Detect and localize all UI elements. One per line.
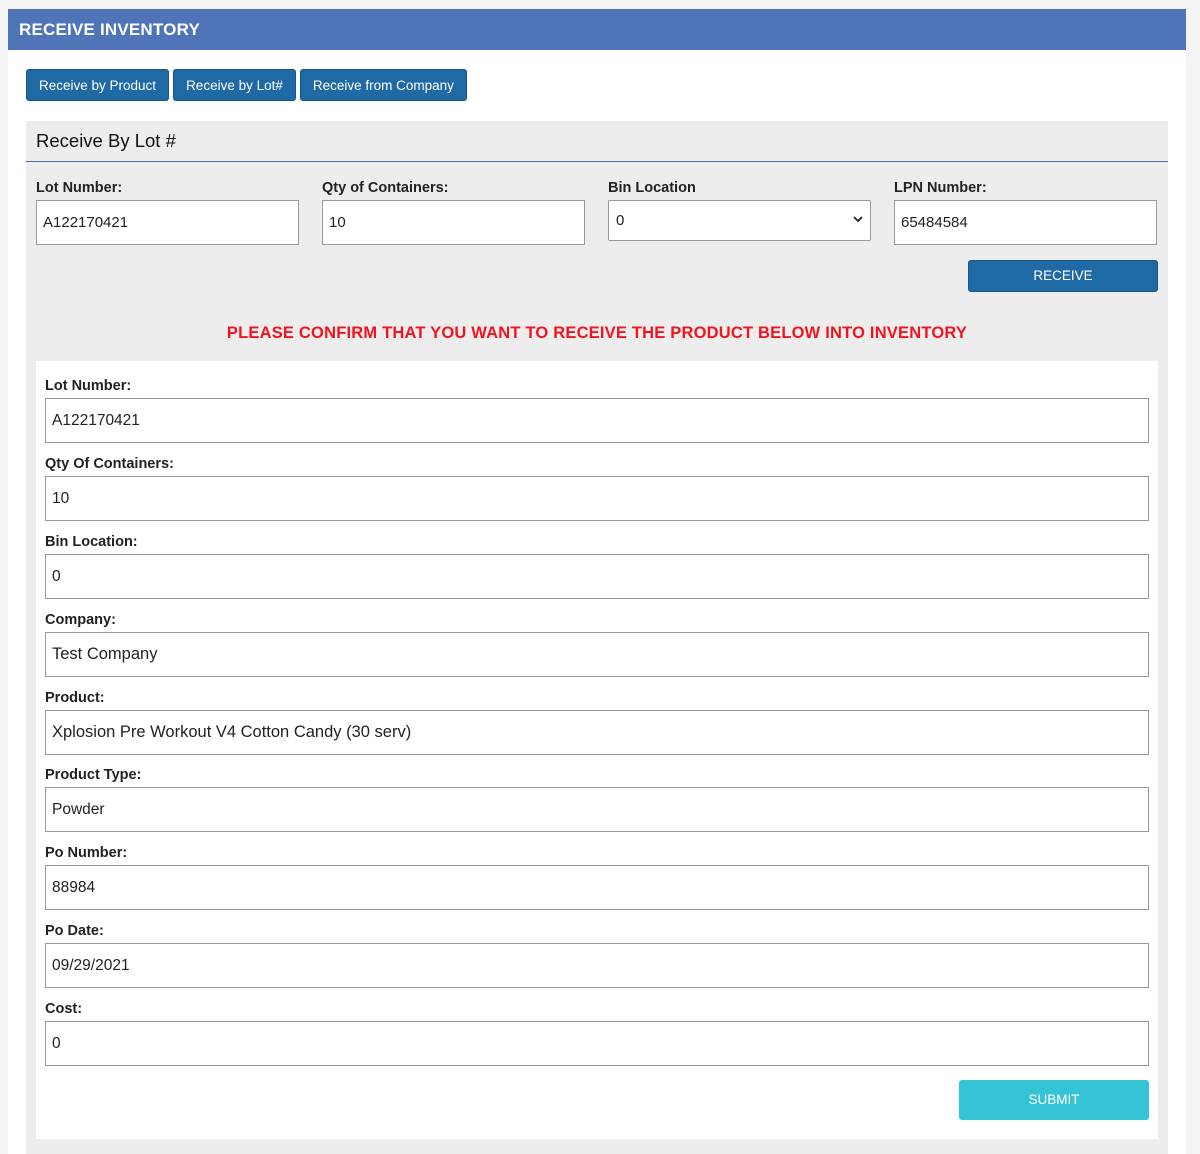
receive-button[interactable]: RECEIVE <box>968 260 1158 292</box>
confirm-message: PLEASE CONFIRM THAT YOU WANT TO RECEIVE … <box>226 324 968 342</box>
chevron-down-icon <box>853 216 863 223</box>
confirm-company-group: Company: Test Company <box>45 612 1149 677</box>
tab-receive-from-company[interactable]: Receive from Company <box>299 69 467 101</box>
confirm-product-type-group: Product Type: Powder <box>45 767 1149 832</box>
qty-containers-label: Qty of Containers: <box>322 180 449 196</box>
confirm-po-number-field[interactable]: 88984 <box>45 865 1149 910</box>
qty-containers-group: Qty of Containers: 10 <box>322 180 585 245</box>
confirm-lot-number-label: Lot Number: <box>45 378 132 394</box>
tab-receive-by-lot[interactable]: Receive by Lot# <box>173 69 296 101</box>
confirm-po-date-group: Po Date: 09/29/2021 <box>45 923 1149 988</box>
confirm-cost-group: Cost: 0 <box>45 1001 1149 1066</box>
confirm-company-field[interactable]: Test Company <box>45 632 1149 677</box>
confirm-lot-number-group: Lot Number: A122170421 <box>45 378 1149 443</box>
confirm-cost-label: Cost: <box>45 1001 83 1017</box>
confirm-form: Lot Number: A122170421 Qty Of Containers… <box>36 361 1158 1139</box>
confirm-product-type-label: Product Type: <box>45 767 142 783</box>
panel-title: Receive By Lot # <box>26 121 1168 162</box>
lpn-number-input[interactable]: 65484584 <box>894 200 1157 245</box>
lot-number-input[interactable]: A122170421 <box>36 200 299 245</box>
confirm-product-group: Product: Xplosion Pre Workout V4 Cotton … <box>45 690 1149 755</box>
confirm-product-type-field[interactable]: Powder <box>45 787 1149 832</box>
confirm-company-label: Company: <box>45 612 116 628</box>
confirm-lot-number-field[interactable]: A122170421 <box>45 398 1149 443</box>
qty-containers-input[interactable]: 10 <box>322 200 585 245</box>
bin-location-label: Bin Location <box>608 180 696 196</box>
page-header: RECEIVE INVENTORY <box>8 9 1186 50</box>
confirm-po-date-label: Po Date: <box>45 923 104 939</box>
confirm-bin-location-label: Bin Location: <box>45 534 138 550</box>
bin-location-select[interactable]: 0 <box>608 200 871 241</box>
submit-button[interactable]: SUBMIT <box>959 1080 1149 1120</box>
confirm-qty-containers-label: Qty Of Containers: <box>45 456 174 472</box>
confirm-qty-containers-field[interactable]: 10 <box>45 476 1149 521</box>
lpn-number-group: LPN Number: 65484584 <box>894 180 1157 245</box>
tab-receive-by-product[interactable]: Receive by Product <box>26 69 170 101</box>
confirm-product-field[interactable]: Xplosion Pre Workout V4 Cotton Candy (30… <box>45 710 1149 755</box>
tab-bar: Receive by Product Receive by Lot# Recei… <box>26 69 467 101</box>
confirm-bin-location-field[interactable]: 0 <box>45 554 1149 599</box>
lpn-number-label: LPN Number: <box>894 180 987 196</box>
bin-location-group: Bin Location 0 <box>608 180 871 241</box>
confirm-cost-field[interactable]: 0 <box>45 1021 1149 1066</box>
confirm-po-date-field[interactable]: 09/29/2021 <box>45 943 1149 988</box>
receive-by-lot-panel: Receive By Lot # Lot Number: A122170421 … <box>26 121 1168 1154</box>
confirm-product-label: Product: <box>45 690 105 706</box>
confirm-bin-location-group: Bin Location: 0 <box>45 534 1149 599</box>
lot-number-group: Lot Number: A122170421 <box>36 180 299 245</box>
lot-number-label: Lot Number: <box>36 180 123 196</box>
confirm-qty-containers-group: Qty Of Containers: 10 <box>45 456 1149 521</box>
confirm-po-number-label: Po Number: <box>45 845 128 861</box>
bin-location-value: 0 <box>616 212 625 229</box>
page: RECEIVE INVENTORY Receive by Product Rec… <box>8 9 1186 1154</box>
confirm-po-number-group: Po Number: 88984 <box>45 845 1149 910</box>
